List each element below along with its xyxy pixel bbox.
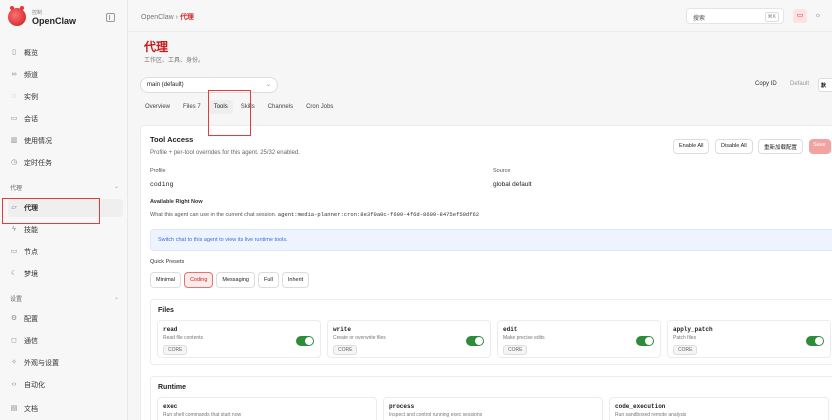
chevron-down-icon: ⌄ xyxy=(114,184,120,190)
gear-icon: ⚙ xyxy=(10,315,18,322)
sidebar-item-instances[interactable]: ◌ 实例 xyxy=(8,88,123,106)
disable-all-button[interactable]: Disable All xyxy=(715,139,753,154)
highlight-annotation-tools-tab xyxy=(208,90,251,136)
search-input[interactable]: 搜索 ⌘K xyxy=(686,8,784,24)
core-badge: CORE xyxy=(673,345,698,355)
highlight-annotation-sidebar xyxy=(2,198,100,224)
breadcrumb-separator: › xyxy=(175,14,178,21)
monitor-icon[interactable]: ▭ xyxy=(793,9,807,23)
brand-name: OpenClaw xyxy=(32,15,77,26)
tool-card-code-execution: code_execution Run sandboxed remote anal… xyxy=(609,397,829,420)
preset-minimal[interactable]: Minimal xyxy=(150,272,181,288)
sidebar-item-docs[interactable]: ▤ 文档 xyxy=(8,400,123,418)
session-key: agent:media-planner:cron:8e3f0a0c-f609-4… xyxy=(277,211,480,218)
available-text: What this agent can use in the current c… xyxy=(150,211,480,218)
sidebar-item-appearance[interactable]: ✧ 外观与设置 xyxy=(8,354,123,372)
document-icon: ▭ xyxy=(10,115,18,122)
tool-toggle-edit[interactable] xyxy=(636,336,654,346)
book-icon: ▤ xyxy=(10,405,18,412)
moon-icon: ☾ xyxy=(10,270,18,277)
profile-label: Profile xyxy=(150,168,166,174)
tool-card-read: read Read file contents CORE xyxy=(157,320,321,358)
message-icon: ◻ xyxy=(11,337,17,344)
collapse-sidebar-icon[interactable] xyxy=(106,13,115,22)
files-section-title: Files xyxy=(158,307,174,314)
preset-inherit[interactable]: Inherit xyxy=(281,272,310,288)
sidebar-item-dreams[interactable]: ☾ 梦境 xyxy=(8,265,123,283)
tab-files[interactable]: Files 7 xyxy=(178,100,206,114)
code-icon: ‹› xyxy=(11,381,17,388)
available-label: Available Right Now xyxy=(150,199,203,205)
sidebar-item-communication[interactable]: ◻ 通信 xyxy=(8,332,123,350)
sidebar-item-overview[interactable]: ▯ 概览 xyxy=(8,44,123,62)
quick-presets: Minimal Coding Messaging Full Inherit xyxy=(150,272,310,288)
breadcrumb: OpenClaw › 代理 xyxy=(141,12,194,22)
brand[interactable]: 控制 OpenClaw xyxy=(8,6,77,26)
runtime-section-title: Runtime xyxy=(158,384,186,391)
breadcrumb-current: 代理 xyxy=(179,14,194,21)
reload-config-button[interactable]: 重新加载配置 xyxy=(758,139,804,154)
tab-overview[interactable]: Overview xyxy=(140,100,175,114)
chevron-down-icon: ⌄ xyxy=(114,295,120,301)
sparkle-icon: ✧ xyxy=(11,359,17,366)
lobster-logo-icon xyxy=(8,6,26,26)
tool-card-exec: exec Run shell commands that start now xyxy=(157,397,377,420)
tool-card-write: write Create or overwrite files CORE xyxy=(327,320,491,358)
tool-toggle-apply-patch[interactable] xyxy=(806,336,824,346)
section-settings-label[interactable]: 设置 ⌄ xyxy=(10,294,119,303)
page-subtitle: 工作区、工具、身份。 xyxy=(144,58,205,64)
chart-icon: ▯ xyxy=(12,49,16,56)
tool-access-description: Profile + per-tool overrides for this ag… xyxy=(150,150,300,156)
sidebar-item-usage[interactable]: ▥ 使用情况 xyxy=(8,132,123,150)
source-value: global default xyxy=(493,181,532,188)
runtime-section: Runtime exec Run shell commands that sta… xyxy=(150,376,832,420)
sidebar-item-automation[interactable]: ‹› 自动化 xyxy=(8,376,123,394)
chevron-down-icon: ⌄ xyxy=(265,82,271,88)
monitor-icon: ▭ xyxy=(10,248,18,255)
preset-full[interactable]: Full xyxy=(258,272,279,288)
tab-cron-jobs[interactable]: Cron Jobs xyxy=(301,100,338,114)
tool-card-apply-patch: apply_patch Patch files CORE xyxy=(667,320,831,358)
info-banner: Switch chat to this agent to view its li… xyxy=(150,229,832,251)
preset-messaging[interactable]: Messaging xyxy=(216,272,255,288)
page-title: 代理 xyxy=(144,40,169,54)
enable-all-button[interactable]: Enable All xyxy=(673,139,710,154)
profile-value: coding xyxy=(150,181,174,188)
section-agent-label[interactable]: 代理 ⌄ xyxy=(10,183,119,192)
brand-subtitle: 控制 xyxy=(32,9,43,16)
preset-coding[interactable]: Coding xyxy=(183,272,214,288)
bar-chart-icon: ▥ xyxy=(10,137,18,144)
source-label: Source xyxy=(493,168,511,174)
tool-toggle-write[interactable] xyxy=(466,336,484,346)
bolt-icon: ϟ xyxy=(12,226,16,233)
breadcrumb-root[interactable]: OpenClaw xyxy=(141,14,174,21)
sidebar-item-nodes[interactable]: ▭ 节点 xyxy=(8,243,123,261)
tool-card-edit: edit Make precise edits CORE xyxy=(497,320,661,358)
core-badge: CORE xyxy=(333,345,358,355)
tool-card-process: process Inspect and control running exec… xyxy=(383,397,603,420)
tool-access-card: Tool Access Profile + per-tool overrides… xyxy=(140,125,832,420)
save-button[interactable]: Save xyxy=(809,139,831,154)
tool-toggle-read[interactable] xyxy=(296,336,314,346)
radio-icon: ◌ xyxy=(11,93,17,100)
copy-id-button[interactable]: Copy ID xyxy=(755,81,777,87)
clock-icon: ◷ xyxy=(10,159,18,166)
sidebar-item-cron[interactable]: ◷ 定时任务 xyxy=(8,154,123,172)
link-icon: ∞ xyxy=(11,71,17,78)
sun-icon[interactable]: ☼ xyxy=(811,9,825,23)
core-badge: CORE xyxy=(163,345,188,355)
default-set-button[interactable]: 默 xyxy=(818,78,832,92)
topbar: OpenClaw › 代理 搜索 ⌘K ▭ ☼ xyxy=(128,0,832,32)
default-button[interactable]: Default xyxy=(790,81,809,87)
tab-channels[interactable]: Channels xyxy=(263,100,298,114)
search-shortcut: ⌘K xyxy=(764,12,779,22)
sidebar-item-sessions[interactable]: ▭ 会话 xyxy=(8,110,123,128)
sidebar-item-channels[interactable]: ∞ 频道 xyxy=(8,66,123,84)
files-section: Files read Read file contents CORE write… xyxy=(150,299,832,365)
tool-access-title: Tool Access xyxy=(150,135,194,144)
quick-presets-label: Quick Presets xyxy=(150,259,185,265)
sidebar-item-config[interactable]: ⚙ 配置 xyxy=(8,310,123,328)
core-badge: CORE xyxy=(503,345,528,355)
